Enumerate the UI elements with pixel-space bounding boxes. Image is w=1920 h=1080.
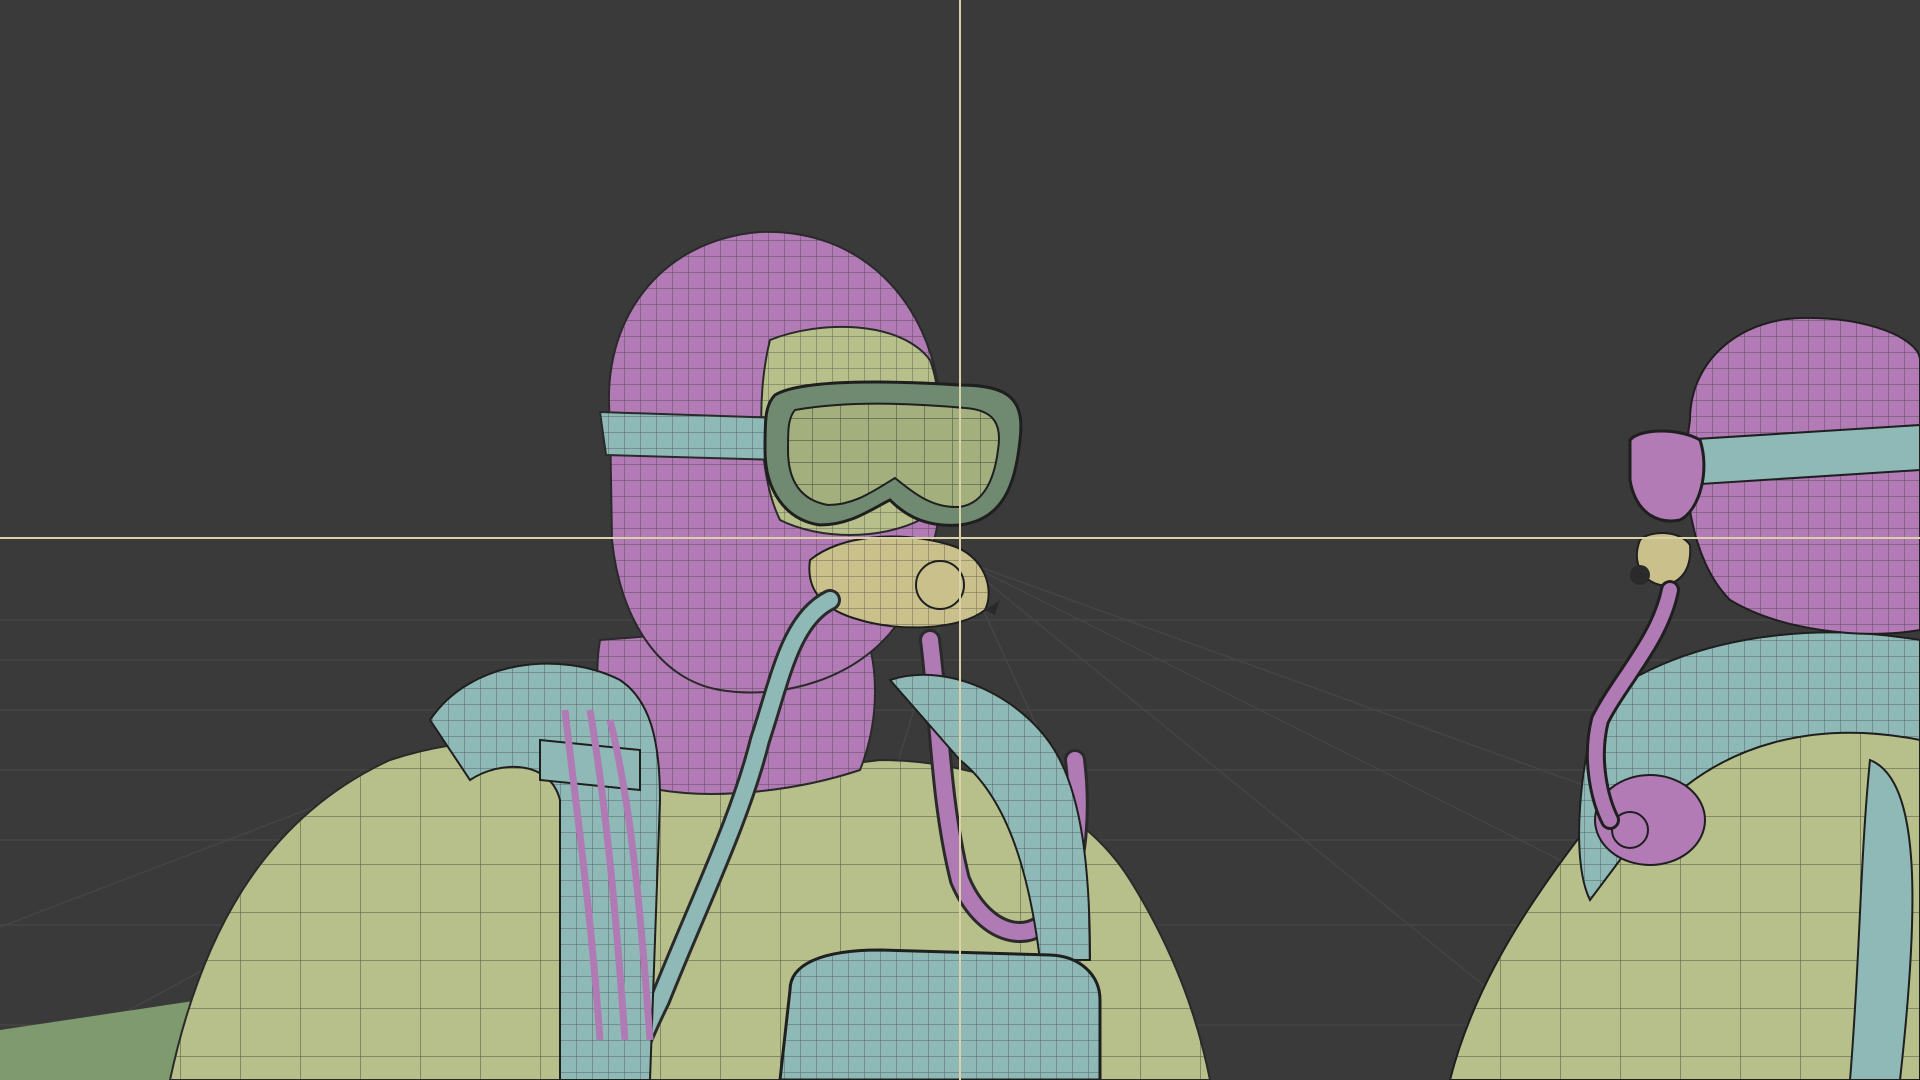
viewport-canvas[interactable] (0, 0, 1920, 1080)
3d-viewport[interactable] (0, 0, 1920, 1080)
dive-mask-right (1628, 429, 1706, 523)
regulator-purge-button (915, 560, 965, 610)
